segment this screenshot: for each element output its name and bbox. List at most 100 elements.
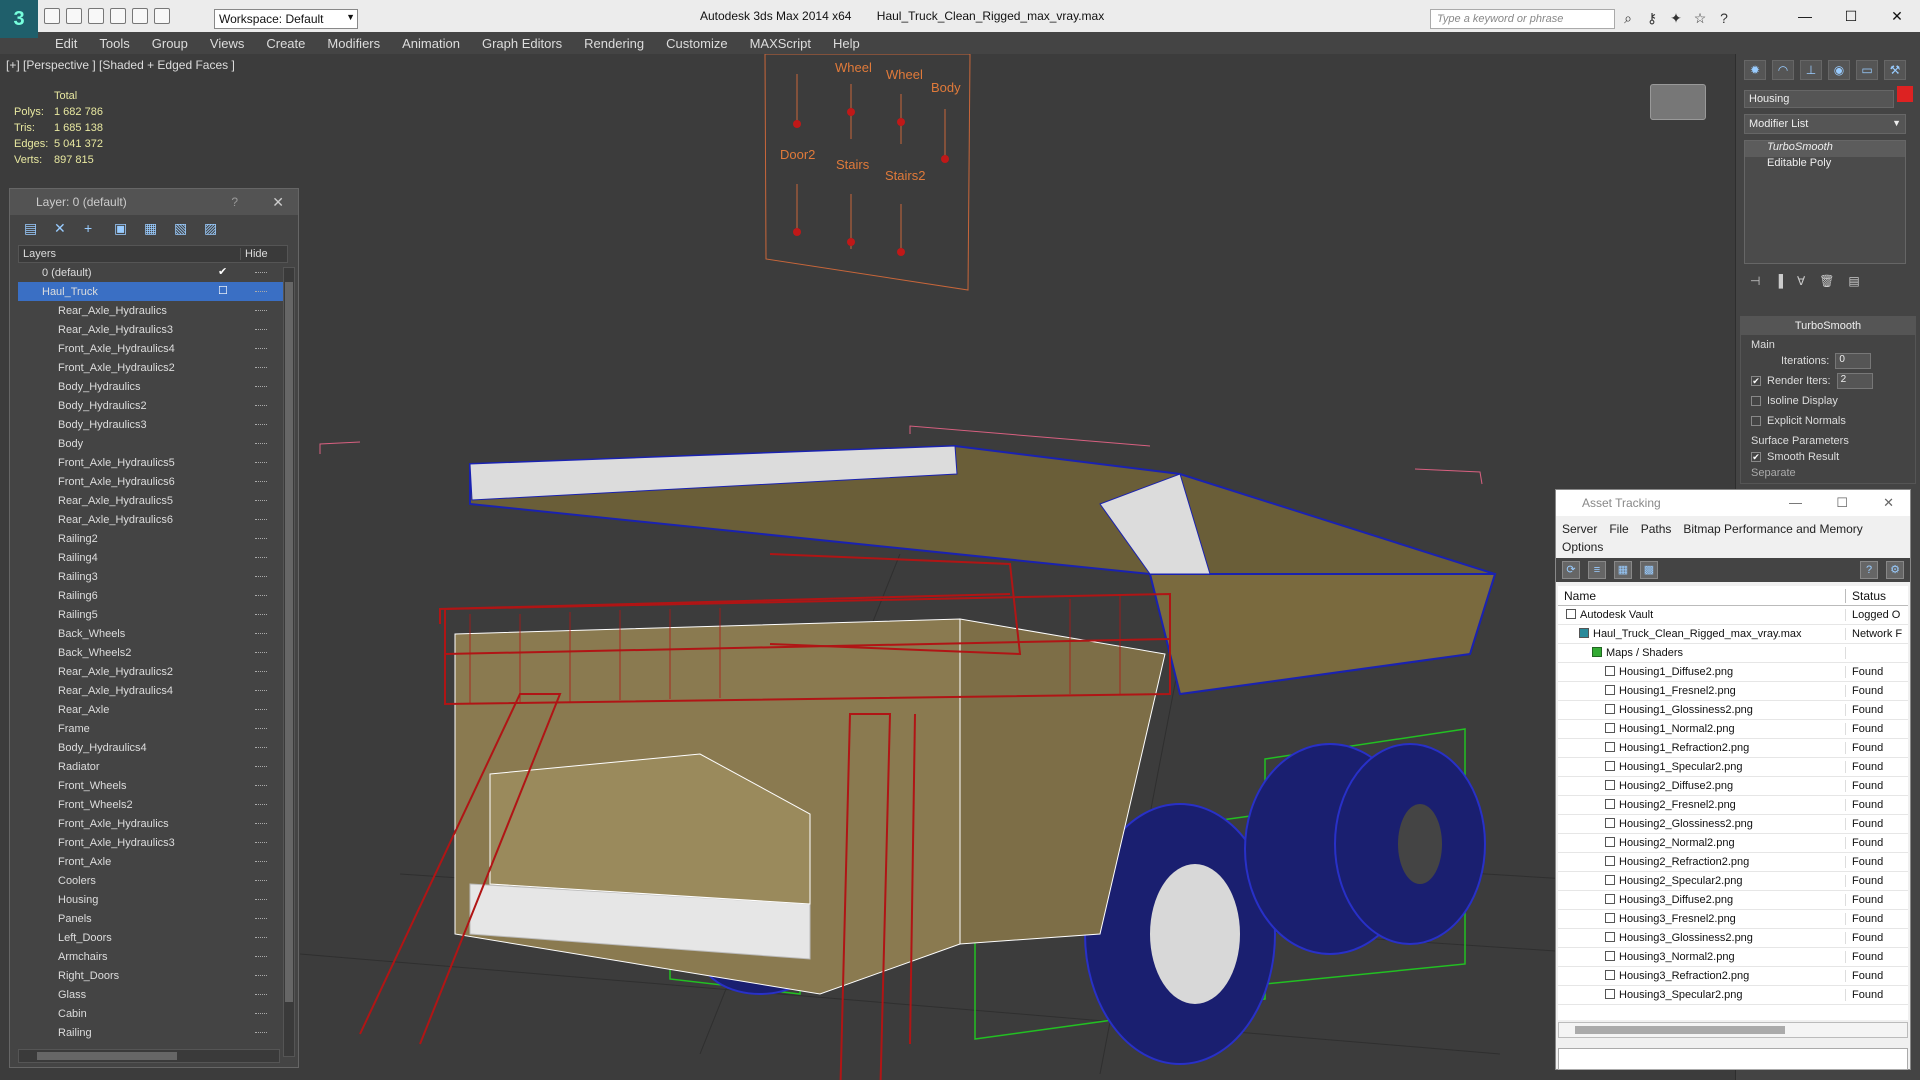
layer-row[interactable]: Railing4 [18, 548, 288, 567]
workspace-dropdown[interactable]: Workspace: Default ▼ [214, 9, 358, 29]
layer-row[interactable]: Back_Wheels [18, 624, 288, 643]
explicit-normals-checkbox[interactable] [1751, 416, 1761, 426]
layer-row[interactable]: Railing3 [18, 567, 288, 586]
hide-toggle[interactable] [255, 405, 267, 407]
delete-layer-icon[interactable]: ✕ [54, 220, 70, 236]
asset-row[interactable]: Housing2_Normal2.png Found [1558, 834, 1908, 853]
select-objects-icon[interactable]: ▣ [114, 220, 130, 236]
menu-bitmap-performance[interactable]: Bitmap Performance and Memory [1683, 522, 1862, 536]
smooth-result-checkbox[interactable]: ✔ [1751, 452, 1761, 462]
open-file-icon[interactable] [66, 8, 82, 24]
layer-panel-titlebar[interactable]: Layer: 0 (default) ? ✕ [10, 189, 298, 215]
layer-horizontal-scrollbar[interactable] [18, 1049, 280, 1063]
layer-row[interactable]: Armchairs [18, 947, 288, 966]
asset-row[interactable]: Housing1_Specular2.png Found [1558, 758, 1908, 777]
hide-toggle[interactable] [255, 443, 267, 445]
menu-modifiers[interactable]: Modifiers [327, 36, 380, 51]
minimize-icon[interactable]: — [1782, 0, 1828, 32]
hide-toggle[interactable] [255, 614, 267, 616]
layer-row[interactable]: Back_Wheels2 [18, 643, 288, 662]
stack-item-turbosmooth[interactable]: TurboSmooth [1745, 141, 1905, 157]
asset-row[interactable]: Housing2_Glossiness2.png Found [1558, 815, 1908, 834]
menu-paths[interactable]: Paths [1641, 522, 1672, 536]
layer-row-default[interactable]: 0 (default) ✔ [18, 263, 288, 282]
asset-row[interactable]: Housing3_Normal2.png Found [1558, 948, 1908, 967]
column-name[interactable]: Name [1558, 588, 1846, 603]
modifier-list-dropdown[interactable]: Modifier List ▼ [1744, 114, 1906, 134]
layer-row[interactable]: Rear_Axle_Hydraulics3 [18, 320, 288, 339]
hide-toggle[interactable] [255, 291, 267, 293]
layer-row[interactable]: Body_Hydraulics2 [18, 396, 288, 415]
hierarchy-tab-icon[interactable]: ⊥ [1800, 60, 1822, 80]
menu-help[interactable]: Help [833, 36, 860, 51]
hide-toggle[interactable] [255, 652, 267, 654]
layer-vertical-scrollbar[interactable] [283, 267, 295, 1057]
layer-row[interactable]: Front_Wheels [18, 776, 288, 795]
asset-row[interactable]: Housing2_Specular2.png Found [1558, 872, 1908, 891]
asset-row[interactable]: Housing2_Fresnel2.png Found [1558, 796, 1908, 815]
column-layers[interactable]: Layers [19, 248, 241, 260]
layer-row[interactable]: Railing [18, 1023, 288, 1042]
hide-toggle[interactable] [255, 272, 267, 274]
hide-toggle[interactable] [255, 310, 267, 312]
layer-row[interactable]: Railing2 [18, 529, 288, 548]
project-folder-icon[interactable] [154, 8, 170, 24]
menu-group[interactable]: Group [152, 36, 188, 51]
asset-row[interactable]: Housing3_Glossiness2.png Found [1558, 929, 1908, 948]
hide-toggle[interactable] [255, 500, 267, 502]
hide-toggle[interactable] [255, 766, 267, 768]
new-layer-icon[interactable]: ▤ [24, 220, 40, 236]
minimize-icon[interactable]: — [1789, 495, 1802, 510]
render-iters-checkbox[interactable]: ✔ [1751, 376, 1761, 386]
asset-row[interactable]: Haul_Truck_Clean_Rigged_max_vray.max Netw… [1558, 625, 1908, 644]
asset-row[interactable]: Housing3_Refraction2.png Found [1558, 967, 1908, 986]
asset-row[interactable]: Housing3_Specular2.png Found [1558, 986, 1908, 1005]
hide-toggle[interactable] [255, 557, 267, 559]
layer-row[interactable]: Front_Axle_Hydraulics4 [18, 339, 288, 358]
scrollbar-thumb[interactable] [37, 1052, 177, 1060]
hide-toggle[interactable] [255, 671, 267, 673]
layer-row[interactable]: Front_Axle_Hydraulics6 [18, 472, 288, 491]
hide-toggle[interactable] [255, 709, 267, 711]
hide-toggle[interactable] [255, 937, 267, 939]
undo-icon[interactable] [110, 8, 126, 24]
hide-toggle[interactable] [255, 975, 267, 977]
maximize-icon[interactable]: ☐ [1828, 0, 1874, 32]
menu-server[interactable]: Server [1562, 522, 1597, 536]
layer-row[interactable]: Radiator [18, 757, 288, 776]
asset-row[interactable]: Housing3_Fresnel2.png Found [1558, 910, 1908, 929]
asset-row[interactable]: Housing1_Normal2.png Found [1558, 720, 1908, 739]
hide-toggle[interactable] [255, 728, 267, 730]
help-icon[interactable]: ? [1860, 561, 1878, 579]
motion-tab-icon[interactable]: ◉ [1828, 60, 1850, 80]
asset-row[interactable]: Maps / Shaders [1558, 644, 1908, 663]
close-icon[interactable]: ✕ [272, 194, 284, 211]
layer-row[interactable]: Rear_Axle_Hydraulics [18, 301, 288, 320]
maximize-icon[interactable]: ☐ [1836, 495, 1848, 511]
hide-toggle[interactable] [255, 747, 267, 749]
layer-row-haul-truck[interactable]: Haul_Truck ☐ [18, 282, 288, 301]
layer-row[interactable]: Rear_Axle_Hydraulics4 [18, 681, 288, 700]
layer-row[interactable]: Body [18, 434, 288, 453]
object-name-field[interactable]: Housing [1744, 90, 1894, 108]
hide-toggle[interactable] [255, 595, 267, 597]
layer-row[interactable]: Rear_Axle_Hydraulics2 [18, 662, 288, 681]
isoline-checkbox[interactable] [1751, 396, 1761, 406]
modify-tab-icon[interactable]: ◠ [1772, 60, 1794, 80]
layer-row[interactable]: Right_Doors [18, 966, 288, 985]
menu-rendering[interactable]: Rendering [584, 36, 644, 51]
asset-row[interactable]: Housing1_Diffuse2.png Found [1558, 663, 1908, 682]
hide-toggle[interactable] [255, 424, 267, 426]
pin-stack-icon[interactable]: ⊣ [1750, 274, 1760, 288]
asset-row[interactable]: Housing2_Refraction2.png Found [1558, 853, 1908, 872]
layer-row[interactable]: Body_Hydraulics4 [18, 738, 288, 757]
layer-row[interactable]: Railing6 [18, 586, 288, 605]
layer-row[interactable]: Railing5 [18, 605, 288, 624]
layer-row[interactable]: Rear_Axle_Hydraulics6 [18, 510, 288, 529]
close-icon[interactable]: ✕ [1883, 495, 1894, 511]
layer-row[interactable]: Front_Axle_Hydraulics2 [18, 358, 288, 377]
layer-row[interactable]: Body_Hydraulics3 [18, 415, 288, 434]
asset-row[interactable]: Housing1_Refraction2.png Found [1558, 739, 1908, 758]
hide-toggle[interactable] [255, 956, 267, 958]
menu-graph-editors[interactable]: Graph Editors [482, 36, 562, 51]
